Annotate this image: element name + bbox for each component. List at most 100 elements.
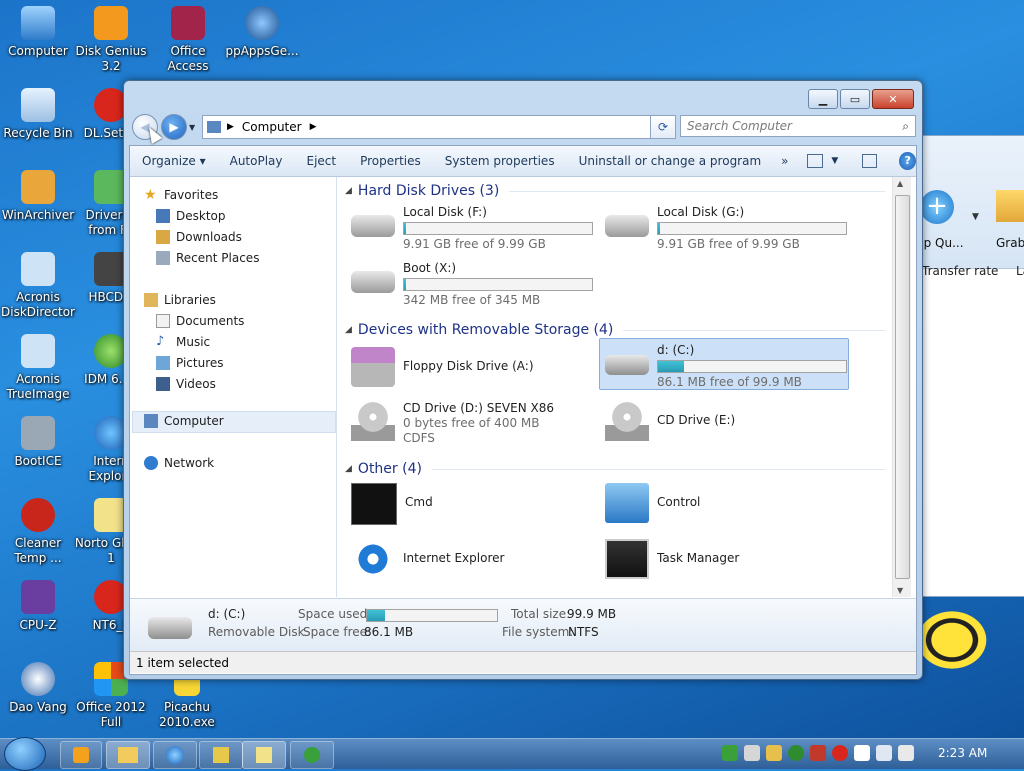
details-fs: NTFS <box>568 625 599 639</box>
taskbar-media-player[interactable] <box>60 741 102 769</box>
hard-drive-icon <box>351 271 395 293</box>
group-other[interactable]: ◢ Other (4) <box>345 461 885 477</box>
diskgenius-icon <box>94 6 128 40</box>
start-button[interactable] <box>4 737 46 771</box>
search-placeholder: Search Computer <box>687 119 792 133</box>
dropdown-arrow-icon[interactable]: ▼ <box>972 212 979 222</box>
taskbar-idm[interactable] <box>290 741 334 769</box>
tray-star-icon[interactable] <box>832 745 848 761</box>
recent-pages-dropdown-icon[interactable]: ▼ <box>189 123 195 132</box>
nav-recent-places[interactable]: Recent Places <box>156 251 259 265</box>
idm-taskbar-icon <box>304 747 320 763</box>
eject-button[interactable]: Eject <box>295 154 349 168</box>
address-bar[interactable]: ▶ Computer ▶ ▼ <box>202 115 666 139</box>
desktop-icon-acronis-true[interactable]: Acronis TrueImage <box>0 334 76 402</box>
view-dropdown-icon[interactable]: ▼ <box>831 156 838 166</box>
group-removable-storage[interactable]: ◢ Devices with Removable Storage (4) <box>345 322 885 338</box>
nav-videos[interactable]: Videos <box>156 377 216 391</box>
group-hard-disk-drives[interactable]: ◢ Hard Disk Drives (3) <box>345 183 885 199</box>
taskbar-app[interactable] <box>199 741 243 769</box>
drive-cd-d[interactable]: CD Drive (D:) SEVEN X86 0 bytes free of 4… <box>351 401 554 446</box>
downloads-icon <box>156 230 170 244</box>
forward-button[interactable]: ▶ <box>161 114 187 140</box>
tray-play-icon[interactable] <box>788 745 804 761</box>
background-window[interactable]: + ▼ pp Qu... Grabb Transfer rate La <box>915 135 1024 597</box>
clock[interactable]: 2:23 AM <box>938 746 987 760</box>
tray-volume-icon[interactable] <box>898 745 914 761</box>
tray-shield-icon[interactable] <box>810 745 826 761</box>
maximize-button[interactable]: ▭ <box>840 89 870 109</box>
desktop-icon-acronis-disk[interactable]: Acronis DiskDirector <box>0 252 76 320</box>
nav-downloads[interactable]: Downloads <box>156 230 242 244</box>
tray-network-icon[interactable] <box>876 745 892 761</box>
autoplay-button[interactable]: AutoPlay <box>218 154 295 168</box>
nav-desktop[interactable]: Desktop <box>156 209 226 223</box>
taskbar-ghost[interactable] <box>242 741 286 769</box>
item-cmd[interactable]: Cmd <box>351 483 433 525</box>
view-options-icon[interactable] <box>806 154 824 168</box>
nav-favorites[interactable]: ★ Favorites <box>144 188 218 202</box>
desktop-icon-daovang[interactable]: Dao Vang <box>0 662 76 715</box>
explorer-window[interactable]: ▁ ▭ ✕ ◀ ▶ ▼ ▶ Computer ▶ ▼ ⟳ Search Comp… <box>123 80 923 680</box>
system-properties-button[interactable]: System properties <box>433 154 567 168</box>
drive-cd-e[interactable]: CD Drive (E:) <box>605 401 735 441</box>
drive-floppy-a[interactable]: Floppy Disk Drive (A:) <box>351 347 534 387</box>
collapse-arrow-icon: ◢ <box>345 325 352 335</box>
item-task-manager[interactable]: Task Manager <box>605 539 739 579</box>
taskbar-explorer[interactable] <box>106 741 150 769</box>
navigation-pane: ★ Favorites Desktop Downloads Recent Plac… <box>130 177 337 597</box>
drive-boot-x[interactable]: Boot (X:) 342 MB free of 345 MB <box>351 261 593 308</box>
scroll-down-icon[interactable]: ▼ <box>897 586 903 595</box>
tray-unikey-icon[interactable] <box>766 745 782 761</box>
add-icon[interactable]: + <box>920 190 954 224</box>
details-total-label: Total size: <box>511 607 571 621</box>
cmd-icon <box>351 483 397 525</box>
refresh-button[interactable]: ⟳ <box>650 115 676 139</box>
tray-device-icon[interactable] <box>744 745 760 761</box>
tray-idm-icon[interactable] <box>722 745 738 761</box>
desktop-icon-cpuz[interactable]: CPU-Z <box>0 580 76 633</box>
desktop-icon-office-access[interactable]: Office Access <box>150 6 226 74</box>
column-header-la[interactable]: La <box>1016 264 1024 278</box>
breadcrumb-computer[interactable]: Computer <box>242 120 302 134</box>
desktop-icon-recycle-bin[interactable]: Recycle Bin <box>0 88 76 141</box>
scroll-up-icon[interactable]: ▲ <box>897 179 903 188</box>
uninstall-program-button[interactable]: Uninstall or change a program <box>567 154 774 168</box>
taskbar-ie[interactable] <box>153 741 197 769</box>
breadcrumb-arrow-icon[interactable]: ▶ <box>310 122 317 132</box>
nav-documents[interactable]: Documents <box>156 314 244 328</box>
desktop-icon-cleaner[interactable]: Cleaner Temp ... <box>0 498 76 566</box>
column-header-transfer-rate[interactable]: Transfer rate <box>922 264 998 278</box>
minimize-button[interactable]: ▁ <box>808 89 838 109</box>
folder-icon[interactable] <box>996 190 1024 222</box>
nav-libraries[interactable]: Libraries <box>144 293 216 307</box>
breadcrumb-arrow-icon[interactable]: ▶ <box>227 122 234 132</box>
more-commands-button[interactable]: » <box>773 154 796 168</box>
nav-pictures[interactable]: Pictures <box>156 356 224 370</box>
scroll-thumb[interactable] <box>895 195 910 579</box>
drive-local-disk-f[interactable]: Local Disk (F:) 9.91 GB free of 9.99 GB <box>351 205 593 252</box>
desktop-icon-diskgenius[interactable]: Disk Genius 3.2 <box>73 6 149 74</box>
drive-d-c-selected[interactable]: d: (C:) 86.1 MB free of 99.9 MB <box>605 343 847 390</box>
desktop-icon-computer[interactable]: Computer <box>0 6 76 59</box>
floppy-drive-icon <box>351 347 395 387</box>
preview-pane-icon[interactable] <box>862 154 878 168</box>
nav-music[interactable]: ♪ Music <box>156 335 210 350</box>
vertical-scrollbar[interactable]: ▲ ▼ <box>892 177 911 597</box>
close-button[interactable]: ✕ <box>872 89 914 109</box>
navigation-bar: ◀ ▶ ▼ ▶ Computer ▶ ▼ ⟳ Search Computer ⌕ <box>132 114 916 140</box>
nav-network[interactable]: Network <box>144 456 214 470</box>
organize-button[interactable]: Organize ▾ <box>130 154 218 168</box>
item-control[interactable]: Control <box>605 483 700 523</box>
search-input[interactable]: Search Computer ⌕ <box>680 115 916 137</box>
help-icon[interactable]: ? <box>899 152 916 170</box>
cd-drive-icon <box>351 401 395 441</box>
tray-flag-icon[interactable] <box>854 745 870 761</box>
item-internet-explorer[interactable]: Internet Explorer <box>351 539 504 579</box>
desktop-icon-ppapps[interactable]: ppAppsGe... <box>224 6 300 59</box>
drive-local-disk-g[interactable]: Local Disk (G:) 9.91 GB free of 9.99 GB <box>605 205 847 252</box>
properties-button[interactable]: Properties <box>348 154 433 168</box>
desktop-icon-winarchiver[interactable]: WinArchiver <box>0 170 76 223</box>
nav-computer[interactable]: Computer <box>144 414 224 428</box>
desktop-icon-bootice[interactable]: BootICE <box>0 416 76 469</box>
